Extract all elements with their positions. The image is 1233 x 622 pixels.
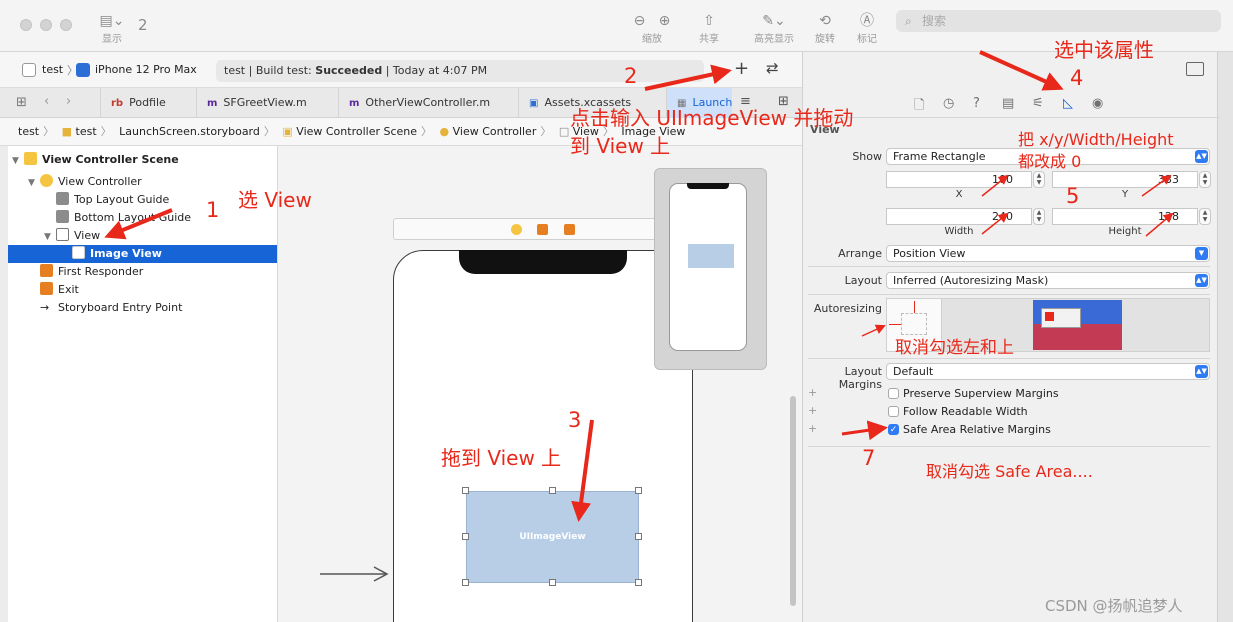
annotation-set-xywh-line1: 把 x/y/Width/Height <box>1018 130 1174 149</box>
annotation-drag-to-view: 拖到 View 上 <box>441 446 562 470</box>
annotation-set-xywh-line2: 都改成 0 <box>1018 152 1082 171</box>
annotation-select-view: 选 View <box>238 188 312 212</box>
annotation-uncheck-left-top: 取消勾选左和上 <box>895 338 1014 358</box>
watermark: CSDN @扬帆追梦人 <box>1045 597 1183 615</box>
annotation-uncheck-safe-area: 取消勾选 Safe Area.... <box>926 462 1093 481</box>
annotation-step-2: 2 <box>624 64 638 88</box>
annotation-step-3: 3 <box>568 408 582 432</box>
annotation-click-input-line2: 到 View 上 <box>570 134 671 158</box>
annotation-step-5: 5 <box>1066 184 1080 208</box>
annotation-step-7: 7 <box>862 446 876 470</box>
annotation-click-input-line1: 点击输入 UIImageView 并拖动 <box>570 106 854 130</box>
annotation-select-attr: 选中该属性 <box>1054 38 1154 62</box>
annotation-arrows <box>104 50 1174 522</box>
annotation-step-1: 1 <box>206 198 220 222</box>
annotation-step-4: 4 <box>1070 66 1084 90</box>
